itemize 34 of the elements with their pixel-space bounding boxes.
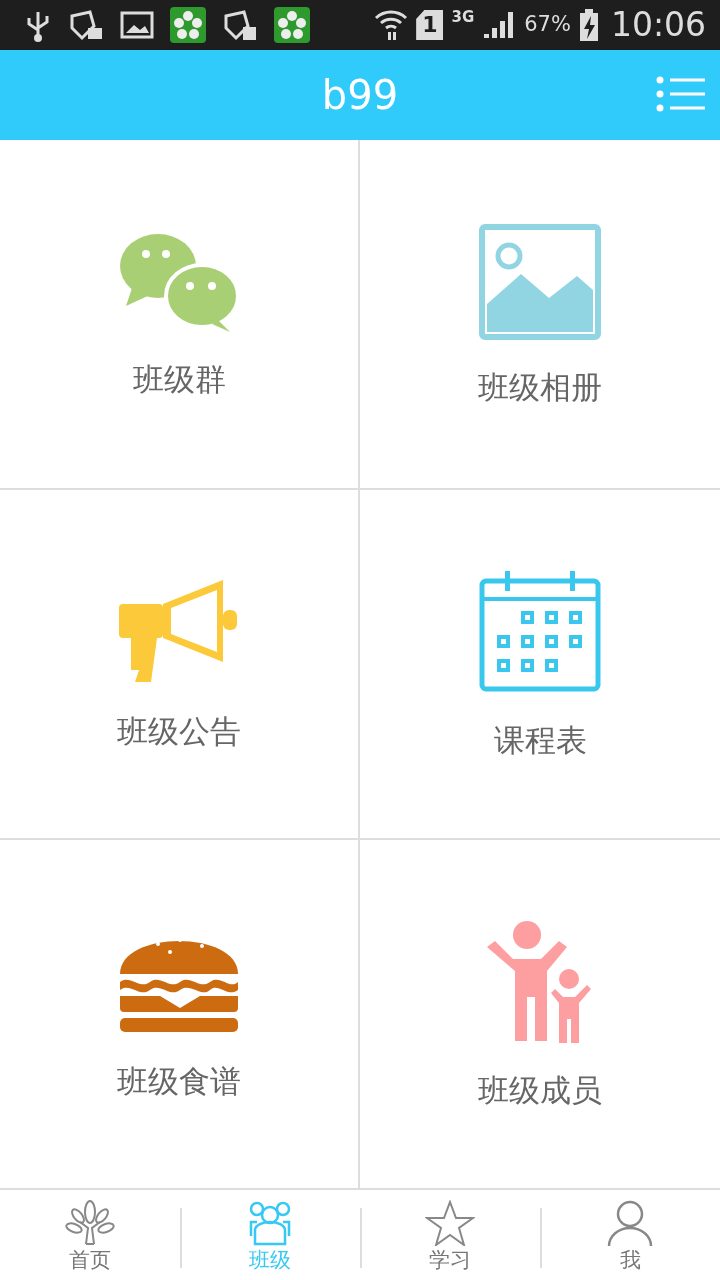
menu-button[interactable] (656, 76, 706, 112)
wifi-icon (374, 8, 409, 42)
star-icon (425, 1199, 475, 1246)
network-type: 3G (451, 7, 475, 29)
sim-card-icon: 1 (416, 10, 444, 40)
clock: 10:06 (610, 4, 706, 47)
tile-label: 班级公告 (117, 713, 241, 749)
menu-tile[interactable]: 课程表 (360, 490, 720, 840)
menu-tile[interactable]: 班级相册 (360, 140, 720, 490)
tile-label: 班级成员 (478, 1072, 602, 1108)
flower-app-icon (170, 7, 206, 43)
flower-app-icon (274, 7, 310, 43)
image-icon (479, 223, 601, 340)
image-icon (120, 11, 154, 39)
page-title: b99 (321, 75, 399, 115)
tile-label: 班级群 (132, 361, 226, 397)
nav-tab[interactable]: 我 (540, 1190, 720, 1280)
nav-tab[interactable]: 首页 (0, 1190, 180, 1280)
person-icon (605, 1199, 655, 1246)
nav-tab[interactable]: 学习 (360, 1190, 540, 1280)
battery-level: 67% (524, 11, 571, 39)
shield-box-icon (222, 8, 258, 42)
menu-tile[interactable]: 班级食谱 (0, 840, 360, 1190)
tile-label: 班级相册 (478, 369, 602, 405)
menu-tile[interactable]: 班级公告 (0, 490, 360, 840)
menu-tile[interactable]: 班级群 (0, 140, 360, 490)
tree-icon (65, 1199, 115, 1246)
megaphone-icon (119, 579, 239, 684)
calendar-icon (479, 570, 601, 693)
tile-label: 班级食谱 (117, 1063, 241, 1099)
battery-charging-icon (578, 8, 599, 42)
menu-tile[interactable]: 班级成员 (360, 840, 720, 1190)
menu-icon (656, 76, 706, 112)
tile-label: 课程表 (493, 722, 587, 758)
